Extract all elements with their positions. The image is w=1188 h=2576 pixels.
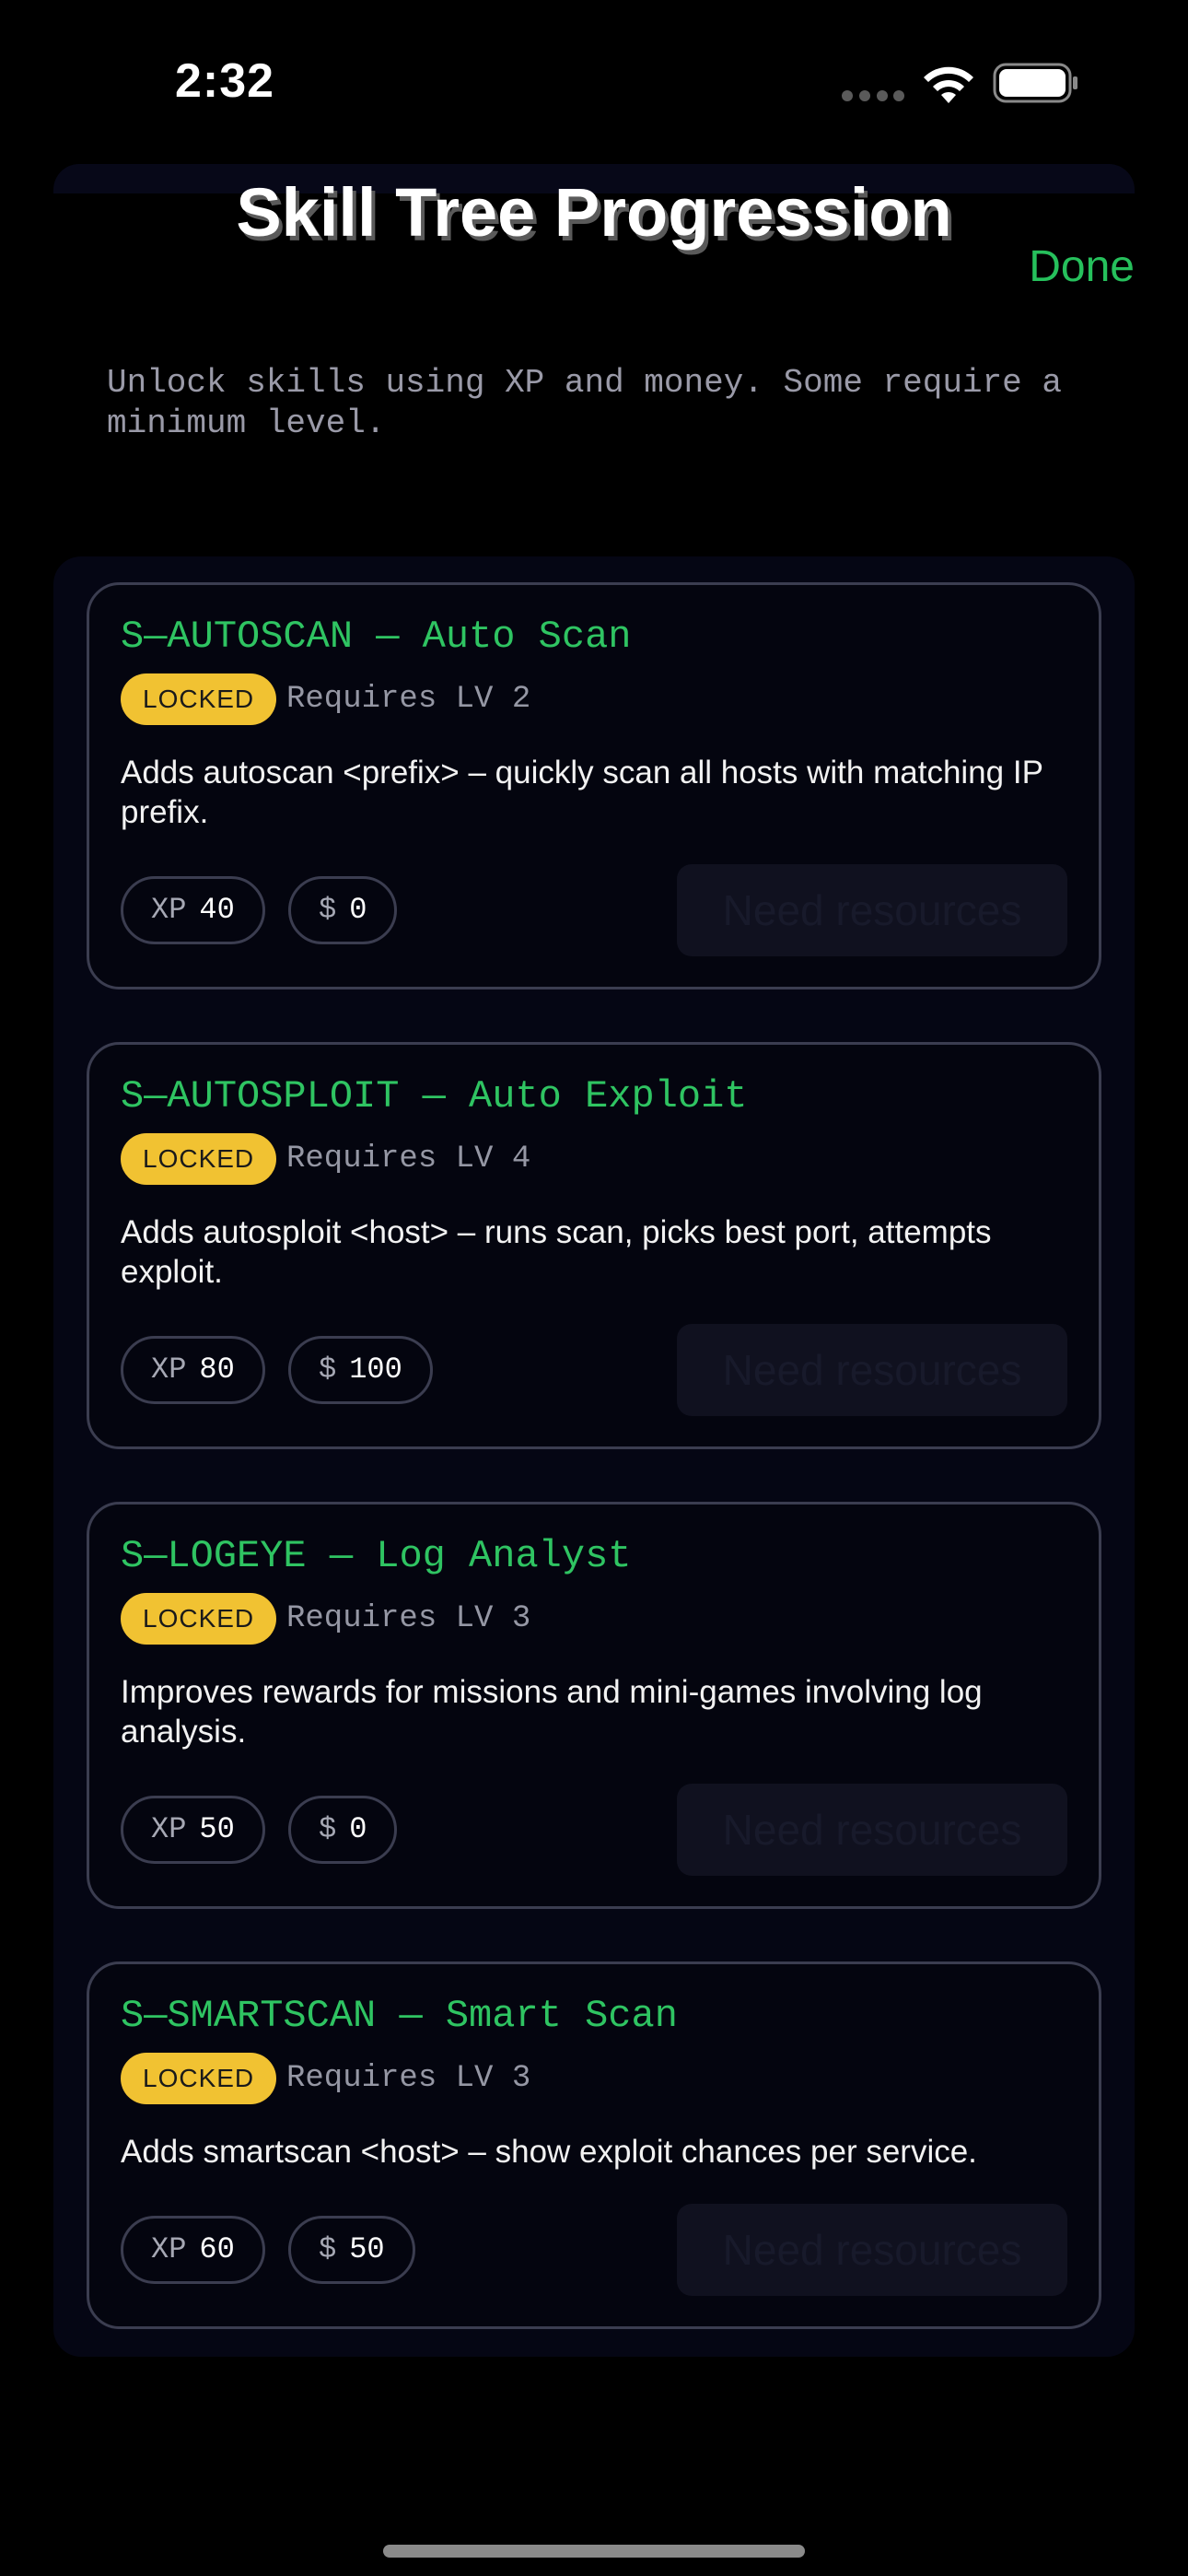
locked-badge: LOCKED bbox=[121, 2053, 277, 2104]
need-resources-button[interactable]: Need resources bbox=[677, 2204, 1067, 2296]
skill-description: Adds autoscan <prefix> – quickly scan al… bbox=[121, 755, 1043, 830]
done-button[interactable]: Done bbox=[1029, 241, 1135, 292]
level-requirement: Requires LV 3 bbox=[286, 2061, 531, 2096]
page-title: Skill Tree Progression bbox=[236, 174, 952, 251]
xp-label: XP bbox=[151, 1812, 187, 1846]
xp-value: 80 bbox=[199, 1352, 235, 1387]
home-indicator[interactable] bbox=[383, 2545, 805, 2558]
battery-icon bbox=[993, 63, 1077, 103]
locked-badge: LOCKED bbox=[121, 1133, 277, 1185]
skill-title: S—SMARTSCAN — Smart Scan bbox=[121, 1994, 678, 2038]
skill-card-logeye: S—LOGEYE — Log Analyst LOCKED Requires L… bbox=[87, 1502, 1101, 1909]
need-resources-button[interactable]: Need resources bbox=[677, 1784, 1067, 1876]
xp-cost-pill: XP 80 bbox=[121, 1336, 265, 1404]
xp-cost-pill: XP 40 bbox=[121, 876, 265, 944]
skill-card-autosploit: S—AUTOSPLOIT — Auto Exploit LOCKED Requi… bbox=[87, 1042, 1101, 1449]
xp-label: XP bbox=[151, 2232, 187, 2266]
money-value: 0 bbox=[349, 893, 367, 927]
money-label: $ bbox=[319, 2232, 337, 2266]
skill-title: S—AUTOSCAN — Auto Scan bbox=[121, 615, 632, 659]
skill-description: Adds autosploit <host> – runs scan, pick… bbox=[121, 1214, 992, 1290]
skill-title: S—AUTOSPLOIT — Auto Exploit bbox=[121, 1074, 748, 1118]
money-cost-pill: $100 bbox=[288, 1336, 433, 1404]
money-cost-pill: $50 bbox=[288, 2216, 415, 2284]
level-requirement: Requires LV 2 bbox=[286, 682, 531, 717]
xp-label: XP bbox=[151, 1352, 187, 1387]
locked-badge: LOCKED bbox=[121, 673, 277, 725]
money-value: 100 bbox=[349, 1352, 402, 1387]
money-label: $ bbox=[319, 1812, 337, 1846]
level-requirement: Requires LV 3 bbox=[286, 1601, 531, 1636]
xp-cost-pill: XP 50 bbox=[121, 1796, 265, 1864]
money-label: $ bbox=[319, 1352, 337, 1387]
money-cost-pill: $0 bbox=[288, 876, 398, 944]
money-label: $ bbox=[319, 893, 337, 927]
skill-description: Adds smartscan <host> – show exploit cha… bbox=[121, 2134, 977, 2170]
level-requirement: Requires LV 4 bbox=[286, 1142, 531, 1177]
skill-card-smartscan: S—SMARTSCAN — Smart Scan LOCKED Requires… bbox=[87, 1961, 1101, 2329]
cellular-signal-icon bbox=[842, 87, 904, 103]
xp-value: 60 bbox=[199, 2232, 235, 2266]
page-subtitle: Unlock skills using XP and money. Some r… bbox=[107, 364, 1062, 442]
locked-badge: LOCKED bbox=[121, 1593, 277, 1645]
need-resources-button[interactable]: Need resources bbox=[677, 1324, 1067, 1416]
xp-value: 50 bbox=[199, 1812, 235, 1846]
need-resources-button[interactable]: Need resources bbox=[677, 864, 1067, 956]
money-value: 0 bbox=[349, 1812, 367, 1846]
skill-description: Improves rewards for missions and mini-g… bbox=[121, 1674, 983, 1750]
xp-label: XP bbox=[151, 893, 187, 927]
status-bar: 2:32 bbox=[0, 0, 1188, 166]
skill-card-autoscan: S—AUTOSCAN — Auto Scan LOCKED Requires L… bbox=[87, 582, 1101, 989]
wifi-icon bbox=[924, 66, 973, 103]
money-value: 50 bbox=[349, 2232, 385, 2266]
xp-cost-pill: XP 60 bbox=[121, 2216, 265, 2284]
status-time: 2:32 bbox=[175, 54, 275, 108]
money-cost-pill: $0 bbox=[288, 1796, 398, 1864]
xp-value: 40 bbox=[199, 893, 235, 927]
skill-title: S—LOGEYE — Log Analyst bbox=[121, 1534, 632, 1578]
